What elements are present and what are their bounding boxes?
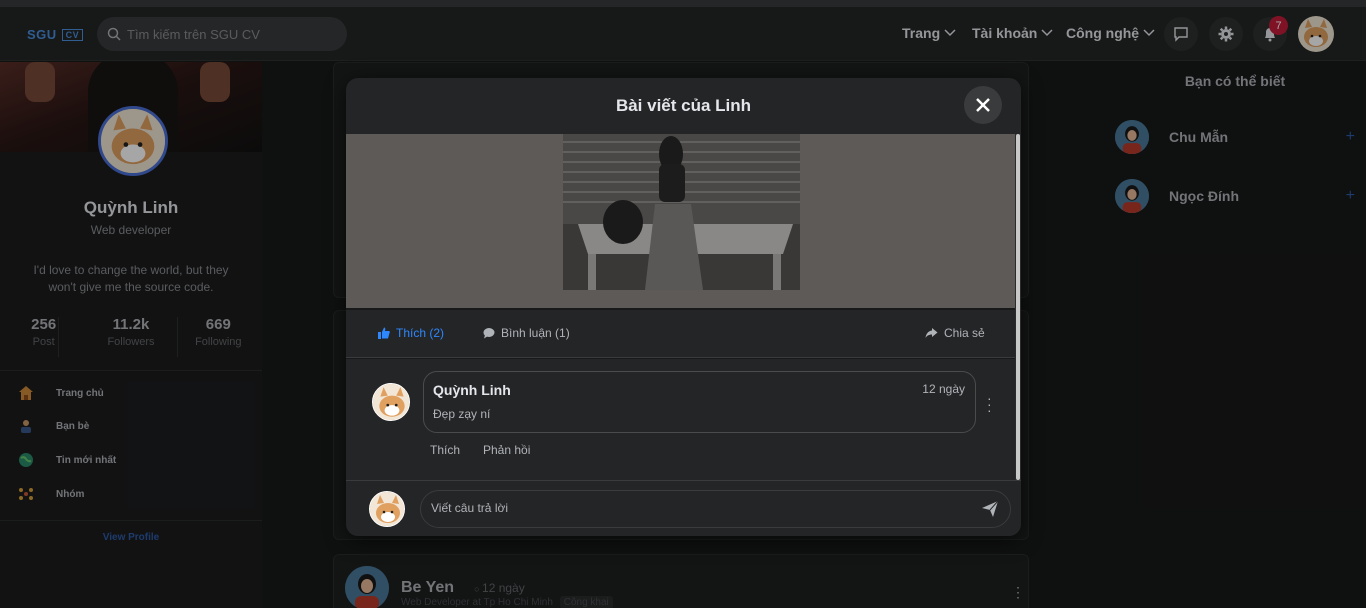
- post-photo[interactable]: [563, 134, 800, 290]
- share-button[interactable]: Chia sẻ: [925, 326, 985, 340]
- post-actions-bar: Thích (2) Bình luận (1) Chia sẻ: [346, 310, 1015, 358]
- modal-scrollbar[interactable]: [1015, 134, 1021, 480]
- scrollbar-thumb[interactable]: [1016, 134, 1020, 480]
- comment-label: Bình luận (1): [501, 326, 570, 340]
- comment-like-button[interactable]: Thích: [430, 443, 460, 457]
- comment-author[interactable]: Quỳnh Linh: [433, 382, 511, 398]
- modal-body: Thích (2) Bình luận (1) Chia sẻ Quỳnh Li…: [346, 134, 1015, 480]
- close-icon: [976, 98, 990, 112]
- comment-options-icon[interactable]: · · ·: [987, 391, 992, 417]
- post-image-area: [346, 134, 1015, 308]
- reply-input[interactable]: [431, 501, 961, 515]
- share-icon: [925, 328, 938, 338]
- comment-time: 12 ngày: [922, 382, 965, 396]
- reply-field[interactable]: [420, 490, 1011, 528]
- reply-composer: [346, 480, 1021, 536]
- composer-avatar: [369, 491, 405, 527]
- comment-text: Đẹp zạy ní: [433, 407, 491, 421]
- close-button[interactable]: [964, 86, 1002, 124]
- comment-reply-button[interactable]: Phản hồi: [483, 443, 530, 457]
- modal-title: Bài viết của Linh: [615, 96, 752, 115]
- share-label: Chia sẻ: [944, 326, 985, 340]
- comment-bubble: Quỳnh Linh 12 ngày Đẹp zạy ní: [423, 371, 976, 433]
- like-button[interactable]: Thích (2): [378, 326, 444, 340]
- comment-icon: [483, 328, 495, 339]
- comment-list: Quỳnh Linh 12 ngày Đẹp zạy ní · · · Thích …: [346, 359, 1015, 480]
- send-icon[interactable]: [981, 500, 999, 518]
- thumbs-up-icon: [378, 327, 390, 339]
- comment-button[interactable]: Bình luận (1): [483, 326, 570, 340]
- post-modal: Bài viết của Linh Thích (2) Bình luận (1…: [346, 78, 1021, 536]
- comment-author-avatar[interactable]: [372, 383, 410, 421]
- like-label: Thích (2): [396, 326, 445, 340]
